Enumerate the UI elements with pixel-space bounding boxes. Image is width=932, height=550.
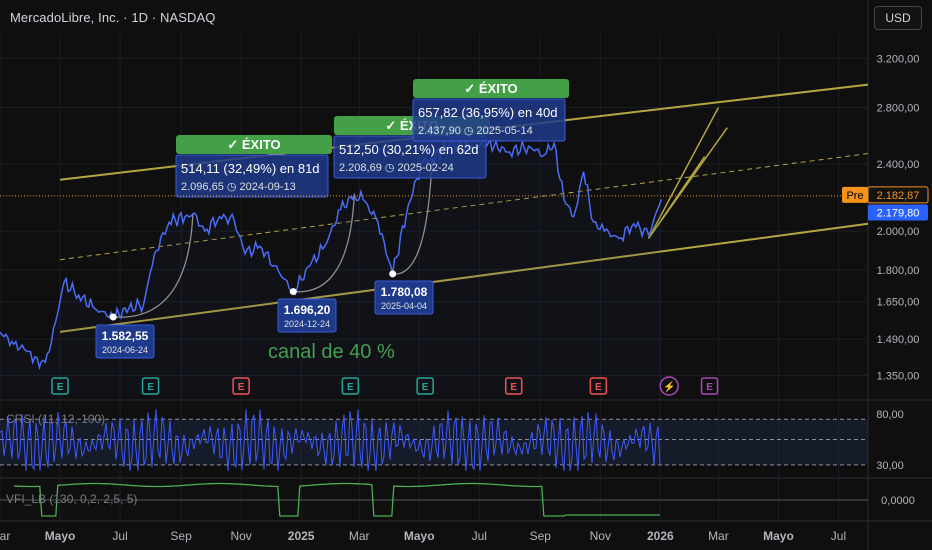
event-label: E	[147, 382, 154, 393]
low-marker	[389, 270, 397, 278]
x-tick-label: Jul	[112, 529, 127, 543]
x-tick-label: Mar	[349, 529, 370, 543]
event-label: E	[422, 382, 429, 393]
gain-line2: 2.096,65 ◷ 2024-09-13	[181, 181, 296, 193]
y-tick-label: 2.400,00	[877, 159, 920, 171]
chart-title: MercadoLibre, Inc. · 1D · NASDAQ	[10, 10, 216, 25]
x-axis[interactable]: Mar Mayo Jul Sep Nov 2025 Mar Mayo Jul Sep Nov 2026…	[0, 529, 846, 543]
x-tick-label: Mayo	[45, 529, 76, 543]
x-tick-label: Mayo	[763, 529, 794, 543]
gain-line1: 512,50 (30,21%) en 62d	[339, 142, 479, 157]
low-date-label: 2024-06-24	[102, 345, 148, 355]
gain-line1: 514,11 (32,49%) en 81d	[181, 161, 320, 176]
low-price-label: 1.582,55	[102, 329, 149, 343]
gain-line1: 657,82 (36,95%) en 40d	[418, 105, 558, 120]
y-tick-label: 3.200,00	[877, 53, 920, 65]
x-tick-label: Sep	[170, 529, 192, 543]
low-date-label: 2024-12-24	[284, 319, 330, 329]
success-badge-text: ✓ ÉXITO	[227, 137, 280, 152]
event-label: E	[57, 382, 64, 393]
y-tick-label: 2.000,00	[877, 226, 920, 238]
gain-line2: 2.208,69 ◷ 2025-02-24	[339, 162, 454, 174]
vfi-pane: VFI_LB (130, 0,2, 2,5, 5) 0,0000	[0, 482, 915, 517]
vfi-title: VFI_LB (130, 0,2, 2,5, 5)	[6, 492, 137, 506]
event-label: E	[595, 382, 602, 393]
event-label: E	[347, 382, 354, 393]
x-tick-label: Sep	[530, 529, 552, 543]
y-tick-label: 1.800,00	[877, 265, 920, 277]
x-tick-label: 2025	[288, 529, 315, 543]
crsi-pane: CRSI (11, 12, 100) 80,00 30,00	[0, 409, 904, 472]
low-price-label: 1.696,20	[284, 303, 331, 317]
low-price-label: 1.780,08	[381, 285, 428, 299]
event-label: E	[238, 382, 245, 393]
x-tick-label: Mar	[0, 529, 10, 543]
pre-label: Pre	[846, 190, 863, 202]
x-tick-label: Jul	[472, 529, 487, 543]
event-label: E	[510, 382, 517, 393]
event-label: E	[706, 382, 713, 393]
x-tick-label: 2026	[647, 529, 674, 543]
x-tick-label: Mayo	[404, 529, 435, 543]
y-tick-label: 1.490,00	[877, 334, 920, 346]
gain-line2: 2.437,90 ◷ 2025-05-14	[418, 125, 533, 137]
low-marker	[109, 313, 117, 321]
y-tick-label: 1.350,00	[877, 370, 920, 382]
price-chart[interactable]: CRSI (11, 12, 100) 80,00 30,00 VFI_LB (130…	[0, 0, 932, 550]
y-tick-label: 2.800,00	[877, 102, 920, 114]
y-tick-label: 1.650,00	[877, 297, 920, 309]
crsi-tick-label: 30,00	[876, 460, 904, 472]
last-price: 2.179,80	[877, 207, 920, 219]
x-tick-label: Jul	[831, 529, 846, 543]
low-date-label: 2025-04-04	[381, 301, 427, 311]
low-marker	[289, 288, 297, 296]
x-tick-label: Mar	[708, 529, 729, 543]
success-badge-text: ✓ ÉXITO	[464, 81, 517, 96]
x-tick-label: Nov	[590, 529, 611, 543]
crsi-title: CRSI (11, 12, 100)	[6, 412, 105, 426]
x-tick-label: Nov	[230, 529, 251, 543]
currency-button[interactable]: USD	[874, 6, 922, 30]
vfi-tick-label: 0,0000	[881, 495, 915, 507]
crsi-tick-label: 80,00	[876, 409, 904, 421]
event-label: ⚡	[663, 380, 675, 393]
pre-price: 2.182,87	[877, 190, 920, 202]
